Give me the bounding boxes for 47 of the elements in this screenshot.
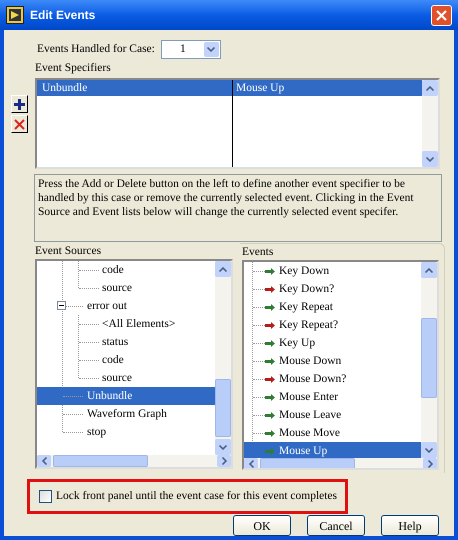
case-label: Events Handled for Case: [37, 42, 155, 57]
tree-item[interactable]: error out [37, 297, 215, 316]
help-text: Press the Add or Delete button on the left to define another event specifier to be handled by this case or remove the currently selected event. Clicking in the Event Source and Event lists below will change the currently selected event specifer. [34, 174, 442, 242]
table-cell-text: Mouse Up [235, 81, 284, 96]
tree-item[interactable]: Waveform Graph [37, 405, 215, 424]
window-title: Edit Events [30, 7, 96, 24]
event-item[interactable]: Key Down [244, 262, 421, 280]
event-item[interactable]: Mouse Up [244, 442, 421, 458]
section-label: Event Specifiers [34, 61, 112, 76]
dropdown-value: 1 [178, 42, 187, 57]
event-label: Key Repeat [279, 300, 333, 314]
tree-item[interactable]: source [37, 279, 215, 298]
event-item[interactable]: Mouse Enter [244, 388, 421, 406]
event-item[interactable]: Mouse Leave [244, 406, 421, 424]
event-item[interactable]: Mouse Down? [244, 370, 421, 388]
tree-item[interactable]: code [37, 351, 215, 370]
case-dropdown[interactable]: 1 [160, 40, 221, 59]
help-button[interactable]: Help [381, 515, 439, 536]
checkbox-label: Lock front panel until the event case for this event completes [56, 488, 338, 504]
cancel-button[interactable]: Cancel [307, 515, 365, 536]
tree-item[interactable]: stop [37, 423, 215, 442]
event-label: Mouse Up [279, 444, 328, 458]
section-label: Events [242, 245, 274, 260]
event-label: Key Repeat? [279, 318, 338, 332]
event-label: Mouse Down [279, 354, 342, 368]
event-label: Mouse Enter [279, 390, 338, 404]
event-label: Key Down? [279, 282, 334, 296]
event-label: Key Down [279, 264, 330, 278]
event-item[interactable]: Key Repeat? [244, 316, 421, 334]
tree-item[interactable]: source [37, 369, 215, 388]
event-label: Mouse Down? [279, 372, 346, 386]
tree-item[interactable]: <All Elements> [37, 315, 215, 334]
event-item[interactable]: Mouse Down [244, 352, 421, 370]
event-label: Key Up [279, 336, 316, 350]
event-item[interactable]: Key Repeat [244, 298, 421, 316]
table-cell-text: Unbundle [41, 81, 88, 96]
section-label: Event Sources [35, 244, 102, 260]
tree-item[interactable]: Unbundle [37, 387, 215, 406]
event-label: Mouse Leave [279, 408, 342, 422]
event-item[interactable]: Key Up [244, 334, 421, 352]
specifier-row[interactable]: Unbundle Mouse Up [37, 80, 422, 96]
tree-item[interactable]: status [37, 333, 215, 352]
ok-button[interactable]: OK [233, 515, 291, 536]
event-item[interactable]: Key Down? [244, 280, 421, 298]
tree-item[interactable]: code [37, 261, 215, 280]
event-label: Mouse Move [279, 426, 340, 440]
event-item[interactable]: Mouse Move [244, 424, 421, 442]
